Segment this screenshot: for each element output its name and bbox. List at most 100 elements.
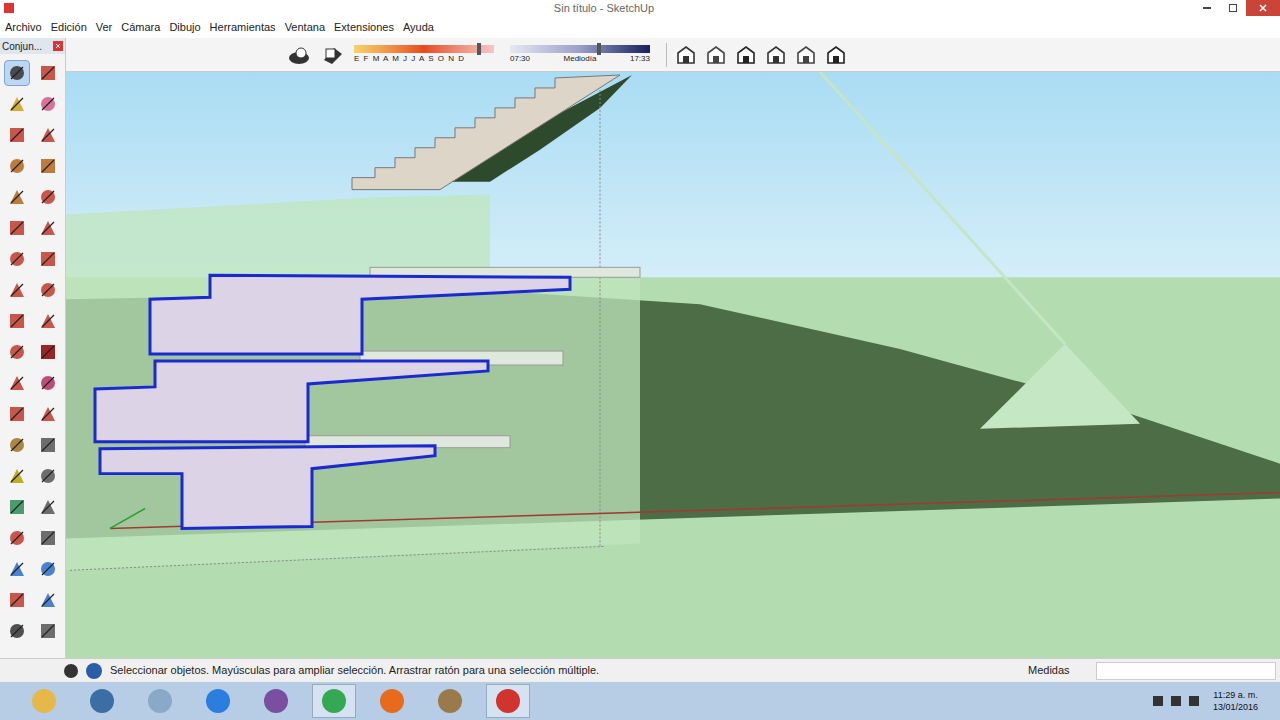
tool-button[interactable] [4, 60, 30, 86]
taskbar-app[interactable] [428, 684, 472, 718]
tool-icon [7, 404, 27, 424]
tool-button[interactable] [4, 463, 30, 489]
taskbar-app[interactable] [486, 684, 530, 718]
menu-item[interactable]: Edición [51, 19, 87, 36]
tool-button[interactable] [4, 494, 30, 520]
tool-button[interactable] [4, 587, 30, 613]
app-icon [148, 689, 172, 713]
tool-button[interactable] [4, 432, 30, 458]
tool-icon [7, 156, 27, 176]
taskbar-app[interactable] [138, 684, 182, 718]
tool-button[interactable] [35, 463, 61, 489]
clock[interactable]: 11:29 a. m.13/01/2016 [1213, 689, 1258, 713]
tool-button[interactable] [4, 525, 30, 551]
tool-panel-header: Conjun... [0, 38, 65, 54]
close-button[interactable] [1246, 0, 1280, 16]
left-view-icon[interactable] [825, 44, 847, 66]
front-view-icon[interactable] [735, 44, 757, 66]
menu-item[interactable]: Ayuda [403, 19, 434, 36]
tool-icon [38, 280, 58, 300]
building-volume [66, 195, 640, 571]
time-slider-thumb[interactable] [597, 43, 601, 55]
tool-button[interactable] [4, 215, 30, 241]
measure-label: Medidas [1028, 662, 1088, 679]
tool-button[interactable] [35, 91, 61, 117]
tool-button[interactable] [35, 525, 61, 551]
close-icon [1259, 4, 1267, 12]
menu-item[interactable]: Ventana [285, 19, 325, 36]
iso-view-icon[interactable] [675, 44, 697, 66]
maximize-button[interactable] [1220, 0, 1246, 16]
taskbar-app[interactable] [22, 684, 66, 718]
tool-button[interactable] [4, 246, 30, 272]
menu-item[interactable]: Extensiones [334, 19, 394, 36]
app-icon [90, 689, 114, 713]
tool-button[interactable] [35, 246, 61, 272]
tool-button[interactable] [35, 184, 61, 210]
tool-button[interactable] [35, 432, 61, 458]
top-view-icon[interactable] [705, 44, 727, 66]
tool-button[interactable] [4, 339, 30, 365]
taskbar-app[interactable] [370, 684, 414, 718]
help-icon[interactable] [86, 663, 102, 679]
taskbar-app[interactable] [196, 684, 240, 718]
tool-button[interactable] [4, 401, 30, 427]
time-slider[interactable]: 07:30Mediodía17:33 [510, 45, 650, 64]
tool-button[interactable] [4, 618, 30, 644]
tool-button[interactable] [35, 215, 61, 241]
tool-button[interactable] [35, 308, 61, 334]
tool-button[interactable] [4, 153, 30, 179]
tool-button[interactable] [35, 122, 61, 148]
tool-button[interactable] [4, 308, 30, 334]
right-view-icon[interactable] [765, 44, 787, 66]
back-view-icon[interactable] [795, 44, 817, 66]
tool-icon [38, 63, 58, 83]
section-cut[interactable] [100, 446, 435, 529]
section-cut[interactable] [95, 361, 488, 442]
menu-item[interactable]: Ver [96, 19, 113, 36]
menu-item[interactable]: Cámara [121, 19, 160, 36]
tool-button[interactable] [35, 370, 61, 396]
taskbar-app[interactable] [254, 684, 298, 718]
tool-button[interactable] [35, 494, 61, 520]
model-viewport[interactable] [66, 72, 1280, 658]
menu-item[interactable]: Dibujo [169, 19, 200, 36]
tool-button[interactable] [35, 618, 61, 644]
tool-panel-title: Conjun... [2, 39, 42, 54]
tool-button[interactable] [35, 339, 61, 365]
section-cut[interactable] [150, 275, 570, 354]
tool-icon [38, 435, 58, 455]
tool-icon [38, 125, 58, 145]
tool-button[interactable] [4, 122, 30, 148]
taskbar-app[interactable] [80, 684, 124, 718]
minimize-button[interactable] [1194, 0, 1220, 16]
tool-button[interactable] [35, 587, 61, 613]
tool-icon [7, 249, 27, 269]
month-slider[interactable]: E F M A M J J A S O N D [354, 45, 494, 64]
tool-button[interactable] [35, 153, 61, 179]
tool-icon [7, 125, 27, 145]
measure-field[interactable] [1096, 662, 1276, 680]
tool-button[interactable] [4, 556, 30, 582]
menu-item[interactable]: Herramientas [210, 19, 276, 36]
tool-icon [38, 249, 58, 269]
app-icon [264, 689, 288, 713]
tool-button[interactable] [35, 556, 61, 582]
taskbar-app[interactable] [312, 684, 356, 718]
shadow-settings-icon[interactable] [286, 44, 312, 66]
menu-item[interactable]: Archivo [5, 19, 42, 36]
tool-button[interactable] [35, 401, 61, 427]
geo-icon[interactable] [64, 664, 78, 678]
clock-time: 11:29 a. m. [1213, 689, 1257, 701]
shadows-toggle-icon[interactable] [320, 44, 346, 66]
month-slider-thumb[interactable] [477, 43, 481, 55]
tool-button[interactable] [35, 60, 61, 86]
tool-icon [38, 218, 58, 238]
tool-button[interactable] [35, 277, 61, 303]
tool-button[interactable] [4, 184, 30, 210]
tool-panel-close[interactable] [53, 41, 63, 51]
tool-button[interactable] [4, 277, 30, 303]
tool-button[interactable] [4, 370, 30, 396]
tool-button[interactable] [4, 91, 30, 117]
time-end: 17:33 [630, 53, 650, 64]
